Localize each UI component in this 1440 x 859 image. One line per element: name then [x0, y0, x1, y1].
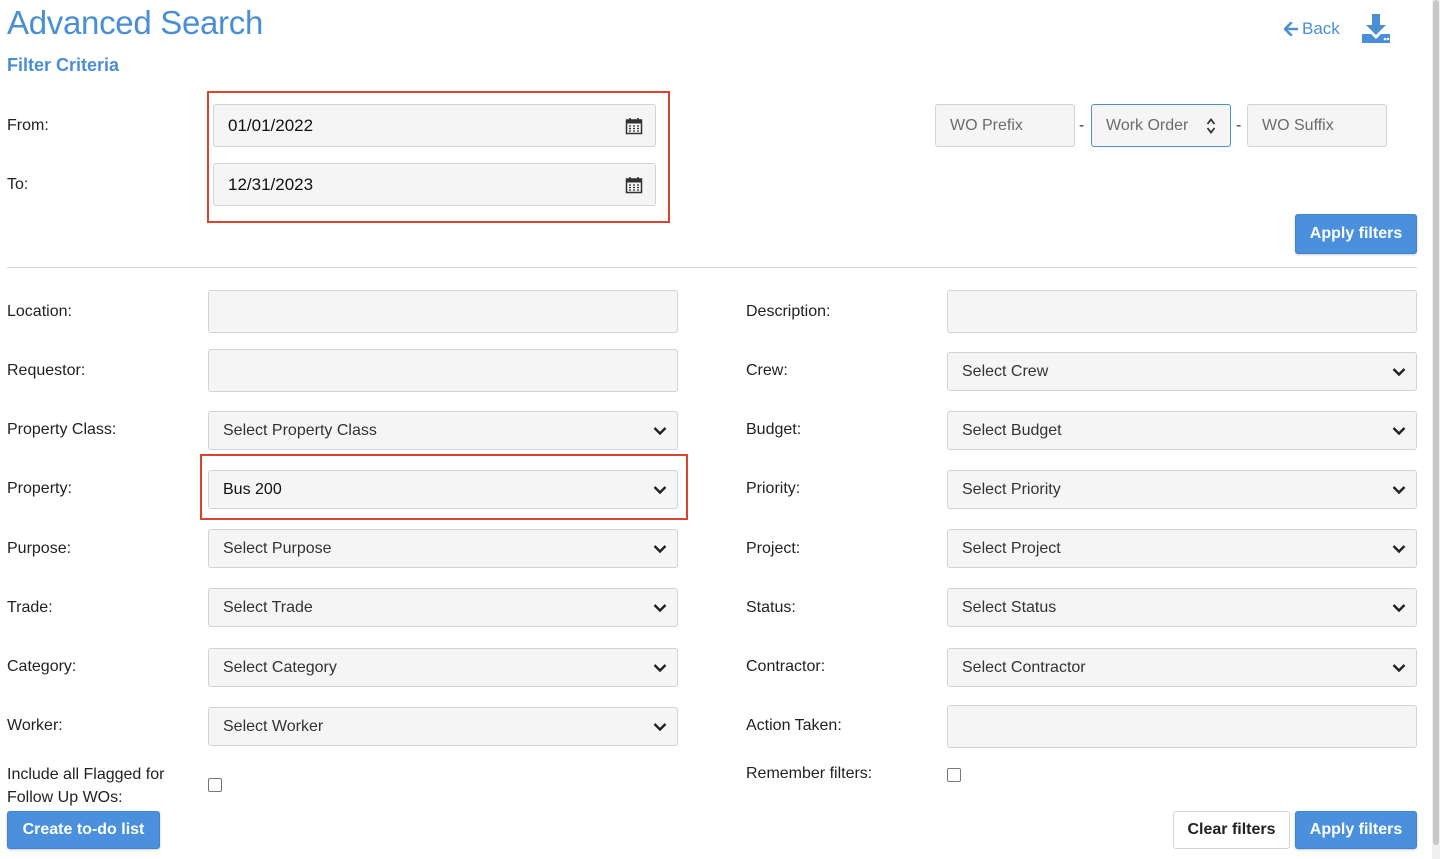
filter-criteria-heading: Filter Criteria	[7, 55, 120, 75]
chevron-down-icon	[1392, 426, 1406, 435]
worker-select[interactable]: Select Worker	[208, 707, 678, 746]
arrow-left-icon	[1284, 22, 1298, 36]
download-icon[interactable]	[1360, 12, 1392, 44]
property-class-select[interactable]: Select Property Class	[208, 411, 678, 450]
wo-suffix-input[interactable]: WO Suffix	[1247, 104, 1387, 147]
flagged-label-line1: Include all Flagged for	[7, 766, 165, 783]
property-class-label: Property Class:	[7, 421, 117, 438]
purpose-value: Select Purpose	[223, 539, 332, 557]
to-label: To:	[7, 176, 29, 193]
requestor-label: Requestor:	[7, 362, 86, 379]
back-link[interactable]: Back	[1284, 19, 1340, 39]
work-order-placeholder: Work Order	[1106, 116, 1189, 134]
wo-prefix-input[interactable]: WO Prefix	[935, 104, 1075, 147]
status-value: Select Status	[962, 598, 1057, 616]
chevron-down-icon	[653, 603, 667, 612]
chevron-down-icon	[653, 663, 667, 672]
spinner-icon[interactable]	[1206, 117, 1216, 135]
project-select[interactable]: Select Project	[947, 529, 1417, 568]
crew-value: Select Crew	[962, 362, 1049, 380]
worker-value: Select Worker	[223, 717, 324, 735]
priority-select[interactable]: Select Priority	[947, 470, 1417, 509]
chevron-down-icon	[653, 426, 667, 435]
contractor-value: Select Contractor	[962, 658, 1086, 676]
contractor-label: Contractor:	[746, 658, 826, 675]
description-input[interactable]	[947, 290, 1417, 333]
action-taken-input[interactable]	[947, 705, 1417, 748]
property-label: Property:	[7, 480, 72, 497]
flagged-followup-checkbox[interactable]	[208, 778, 222, 792]
contractor-select[interactable]: Select Contractor	[947, 648, 1417, 687]
flagged-label-line2: Follow Up WOs:	[7, 789, 123, 806]
location-input[interactable]	[208, 290, 678, 333]
requestor-input[interactable]	[208, 349, 678, 392]
wo-separator: -	[1079, 117, 1085, 134]
remember-filters-checkbox[interactable]	[947, 768, 961, 782]
chevron-down-icon	[653, 544, 667, 553]
chevron-down-icon	[1392, 603, 1406, 612]
create-todo-list-button[interactable]: Create to-do list	[7, 811, 160, 849]
date-range-highlight	[207, 91, 670, 223]
budget-value: Select Budget	[962, 421, 1062, 439]
budget-label: Budget:	[746, 421, 802, 438]
action-taken-label: Action Taken:	[746, 717, 842, 734]
purpose-label: Purpose:	[7, 540, 72, 557]
chevron-down-icon	[1392, 544, 1406, 553]
from-label: From:	[7, 117, 49, 134]
budget-select[interactable]: Select Budget	[947, 411, 1417, 450]
page-title: Advanced Search	[7, 4, 264, 41]
property-class-value: Select Property Class	[223, 421, 377, 439]
purpose-select[interactable]: Select Purpose	[208, 529, 678, 568]
trade-label: Trade:	[7, 599, 53, 616]
trade-value: Select Trade	[223, 598, 313, 616]
apply-filters-button[interactable]: Apply filters	[1295, 214, 1417, 254]
category-select[interactable]: Select Category	[208, 648, 678, 687]
scrollbar-thumb[interactable]	[1433, 0, 1439, 845]
property-highlight	[200, 454, 688, 520]
wo-separator: -	[1236, 117, 1242, 134]
priority-label: Priority:	[746, 480, 801, 497]
crew-label: Crew:	[746, 362, 788, 379]
work-order-input[interactable]: Work Order	[1091, 104, 1231, 147]
flagged-followup-label: Include all Flagged for Follow Up WOs:	[7, 763, 164, 809]
description-label: Description:	[746, 303, 831, 320]
chevron-down-icon	[1392, 367, 1406, 376]
category-value: Select Category	[223, 658, 337, 676]
status-select[interactable]: Select Status	[947, 588, 1417, 627]
status-label: Status:	[746, 599, 796, 616]
chevron-down-icon	[653, 722, 667, 731]
clear-filters-button[interactable]: Clear filters	[1173, 811, 1290, 849]
chevron-down-icon	[1392, 663, 1406, 672]
crew-select[interactable]: Select Crew	[947, 352, 1417, 391]
wo-suffix-placeholder: WO Suffix	[1262, 116, 1334, 134]
priority-value: Select Priority	[962, 480, 1061, 498]
trade-select[interactable]: Select Trade	[208, 588, 678, 627]
worker-label: Worker:	[7, 717, 63, 734]
wo-prefix-placeholder: WO Prefix	[950, 116, 1023, 134]
chevron-down-icon	[1392, 485, 1406, 494]
back-label: Back	[1302, 19, 1340, 38]
location-label: Location:	[7, 303, 72, 320]
category-label: Category:	[7, 658, 77, 675]
project-value: Select Project	[962, 539, 1061, 557]
divider	[7, 267, 1417, 268]
project-label: Project:	[746, 540, 801, 557]
remember-filters-label: Remember filters:	[746, 765, 873, 782]
apply-filters-bottom-button[interactable]: Apply filters	[1295, 811, 1417, 849]
page-scrollbar[interactable]	[1432, 0, 1440, 859]
